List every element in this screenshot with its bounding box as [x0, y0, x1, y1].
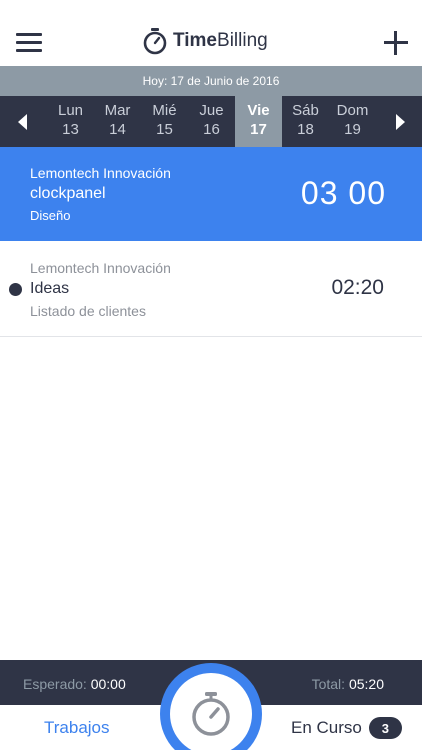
total-value: 05:20: [348, 676, 384, 692]
week-selector: Lun 13 Mar 14 Mié 15 Jue 16 Vie 17 Sáb 1…: [0, 96, 422, 147]
brand-name-time: Time: [173, 30, 218, 51]
day-name: Dom: [336, 102, 369, 119]
status-dot-icon: [9, 283, 22, 296]
day-number: 17: [250, 121, 267, 138]
entry-client: Lemontech Innovación: [30, 165, 171, 181]
day-name: Jue: [199, 102, 224, 119]
hamburger-menu-icon[interactable]: [16, 33, 42, 53]
expected-value: 00:00: [90, 676, 126, 692]
stopwatch-icon: [192, 692, 230, 736]
chevron-left-icon[interactable]: [0, 96, 44, 147]
day-sab[interactable]: Sáb 18: [282, 96, 329, 147]
chevron-right-icon[interactable]: [378, 96, 422, 147]
day-dom[interactable]: Dom 19: [329, 96, 376, 147]
day-name: Mié: [152, 102, 177, 119]
day-number: 18: [297, 121, 314, 138]
time-entry-active[interactable]: Lemontech Innovación clockpanel Diseño 0…: [0, 147, 422, 241]
expected-label: Esperado:: [23, 676, 87, 692]
day-number: 14: [109, 121, 126, 138]
day-lun[interactable]: Lun 13: [47, 96, 94, 147]
day-jue[interactable]: Jue 16: [188, 96, 235, 147]
total-summary: Total: 05:20: [312, 676, 384, 692]
day-mie[interactable]: Mié 15: [141, 96, 188, 147]
total-label: Total:: [311, 676, 346, 692]
entry-client: Lemontech Innovación: [30, 260, 171, 276]
stopwatch-icon: [143, 28, 167, 55]
entry-task: Ideas: [30, 280, 70, 297]
entry-subtitle: Listado de clientes: [30, 303, 146, 319]
timer-button-face: [170, 673, 252, 750]
today-date-label: Hoy: 17 de Junio de 2016: [0, 66, 422, 96]
day-name: Sáb: [292, 102, 319, 119]
entry-task: clockpanel: [30, 185, 106, 202]
expected-summary: Esperado: 00:00: [23, 676, 126, 692]
day-vie-selected[interactable]: Vie 17: [235, 96, 282, 147]
time-entry[interactable]: Lemontech Innovación Ideas Listado de cl…: [0, 241, 422, 337]
tab-en-curso-label: En Curso: [291, 718, 362, 737]
entry-subtitle: Diseño: [30, 208, 71, 223]
entry-time: 03 00: [300, 175, 386, 211]
day-number: 13: [62, 121, 79, 138]
day-number: 16: [203, 121, 220, 138]
day-mar[interactable]: Mar 14: [94, 96, 141, 147]
day-number: 19: [344, 121, 361, 138]
entry-time: 02:20: [331, 276, 384, 299]
en-curso-count-badge: 3: [368, 717, 402, 739]
app-header: Time Billing: [0, 0, 422, 66]
app-logo: Time Billing: [142, 26, 268, 56]
day-name: Vie: [247, 102, 270, 119]
brand-name-billing: Billing: [217, 30, 268, 51]
day-name: Lun: [57, 102, 84, 119]
tab-en-curso[interactable]: En Curso 3: [291, 717, 402, 739]
tab-trabajos[interactable]: Trabajos: [44, 718, 110, 738]
day-name: Mar: [104, 102, 131, 119]
plus-icon[interactable]: [384, 31, 408, 55]
day-number: 15: [156, 121, 173, 138]
